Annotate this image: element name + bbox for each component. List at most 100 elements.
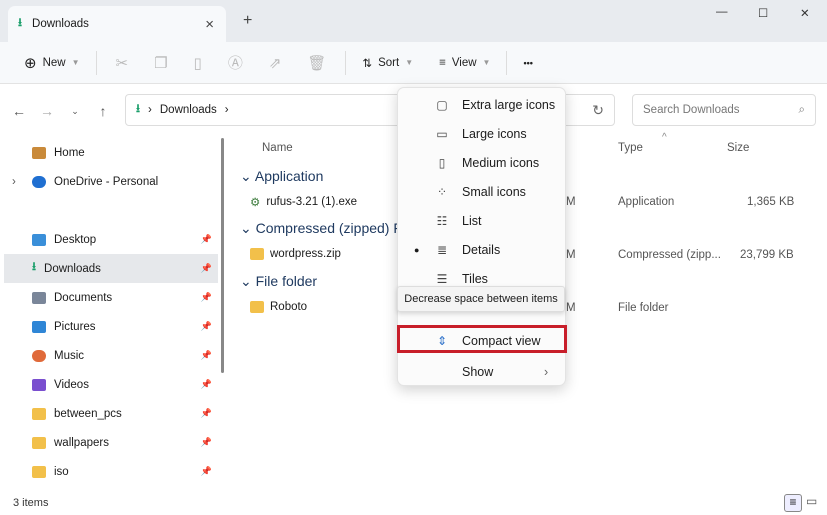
group-header-compressed[interactable]: ⌄ Compressed (zipped) Fo <box>240 220 410 237</box>
group-label: Compressed (zipped) Fo <box>255 220 410 236</box>
home-icon <box>32 146 46 159</box>
more-options-button[interactable]: ••• <box>513 48 542 78</box>
forward-button[interactable]: → <box>33 103 61 119</box>
documents-icon <box>32 291 46 304</box>
tooltip: Decrease space between items <box>397 286 565 312</box>
paste-button[interactable]: ▯ <box>181 48 215 78</box>
sidebar-item-wallpapers[interactable]: wallpapers 📌 <box>0 428 218 457</box>
cut-button[interactable]: ✂ <box>103 48 142 78</box>
close-tab-button[interactable]: × <box>205 16 214 33</box>
file-type: Compressed (zipp... <box>618 249 721 261</box>
download-icon: ⭳ <box>136 102 141 115</box>
group-label: File folder <box>255 273 318 289</box>
file-size: 23,799 KB <box>740 249 794 261</box>
zip-icon <box>250 248 264 260</box>
new-label: New <box>42 56 66 69</box>
monitor-icon: ▯ <box>438 155 446 170</box>
pin-icon: 📌 <box>200 234 212 244</box>
details-icon: ≣ <box>436 242 448 257</box>
pin-icon: 📌 <box>200 292 212 302</box>
label: iso <box>54 465 69 478</box>
clipboard-icon: ▯ <box>193 54 202 72</box>
sort-ascending-icon: ^ <box>662 132 667 143</box>
music-icon <box>32 349 46 362</box>
chevron-right-icon[interactable]: › <box>12 176 16 188</box>
search-placeholder: Search Downloads <box>643 104 740 116</box>
minimize-button[interactable]: — <box>716 6 728 18</box>
refresh-button[interactable]: ↻ <box>592 102 604 119</box>
sidebar-item-onedrive[interactable]: › OneDrive - Personal <box>0 167 218 196</box>
recent-dropdown-button[interactable]: ⌄ <box>61 106 89 117</box>
label: Documents <box>54 291 113 304</box>
highlight-box <box>397 325 567 353</box>
chevron-right-icon: › <box>224 104 229 116</box>
share-button[interactable]: ⇗ <box>256 48 295 78</box>
details-view-toggle[interactable]: ≡ <box>784 494 802 512</box>
back-button[interactable]: ← <box>5 103 33 119</box>
search-input[interactable]: Search Downloads ⌕ <box>632 94 816 126</box>
group-header-file-folder[interactable]: ⌄ File folder <box>240 273 317 290</box>
sidebar-scrollbar[interactable] <box>221 138 224 373</box>
sidebar-item-home[interactable]: Home <box>0 138 218 167</box>
new-button[interactable]: ⊕ New ▼ <box>14 48 90 78</box>
sidebar-item-iso[interactable]: iso 📌 <box>0 457 218 486</box>
menu-item-details[interactable]: ● ≣ Details <box>398 235 567 264</box>
scissors-icon: ✂ <box>115 54 129 72</box>
copy-button[interactable]: ❐ <box>141 48 180 78</box>
folder-icon <box>32 436 46 449</box>
menu-item-list[interactable]: ☷ List <box>398 206 567 235</box>
new-tab-button[interactable]: + <box>243 12 252 30</box>
file-row[interactable]: wordpress.zip <box>250 248 341 260</box>
date-modified: M <box>566 249 576 261</box>
tiles-view-toggle[interactable]: ▭ <box>806 494 817 508</box>
chevron-right-icon: › <box>148 104 152 116</box>
rename-button[interactable]: Ⓐ <box>215 48 256 78</box>
tab-downloads[interactable]: ⭳ Downloads × <box>8 6 226 42</box>
label: Small icons <box>462 184 526 199</box>
maximize-button[interactable]: ☐ <box>758 6 768 20</box>
view-button[interactable]: ≡ View ▼ <box>429 48 500 78</box>
plus-circle-icon: ⊕ <box>24 54 37 72</box>
file-size: 1,365 KB <box>747 196 795 208</box>
folder-icon <box>32 465 46 478</box>
label: Show <box>462 364 494 379</box>
sidebar-item-between-pcs[interactable]: between_pcs 📌 <box>0 399 218 428</box>
sidebar-item-music[interactable]: Music 📌 <box>0 341 218 370</box>
breadcrumb-downloads[interactable]: Downloads <box>160 104 217 116</box>
sidebar-item-videos[interactable]: Videos 📌 <box>0 370 218 399</box>
label: Medium icons <box>462 155 540 170</box>
menu-item-medium-icons[interactable]: ▯ Medium icons <box>398 148 567 177</box>
search-icon: ⌕ <box>798 103 805 116</box>
monitor-icon: ▭ <box>436 126 448 141</box>
selected-bullet-icon: ● <box>414 244 420 255</box>
column-header-size[interactable]: Size <box>727 142 749 154</box>
file-row[interactable]: Roboto <box>250 301 307 313</box>
lines-icon: ≡ <box>439 56 446 69</box>
menu-item-extra-large-icons[interactable]: ▢ Extra large icons <box>398 90 567 119</box>
delete-button[interactable]: 🗑 <box>294 48 339 78</box>
download-icon: ⭳ <box>32 261 37 273</box>
column-header-name[interactable]: Name <box>262 142 293 154</box>
pin-icon: 📌 <box>200 408 212 418</box>
sidebar-item-documents[interactable]: Documents 📌 <box>0 283 218 312</box>
sidebar-item-desktop[interactable]: Desktop 📌 <box>0 225 218 254</box>
up-button[interactable]: ↑ <box>89 103 117 119</box>
menu-item-show[interactable]: Show › <box>398 357 567 386</box>
menu-item-large-icons[interactable]: ▭ Large icons <box>398 119 567 148</box>
label: Extra large icons <box>462 97 556 112</box>
group-header-application[interactable]: ⌄ Application <box>240 168 323 185</box>
file-row[interactable]: ⚙ rufus-3.21 (1).exe <box>250 195 357 209</box>
desktop-icon <box>32 233 46 246</box>
menu-item-small-icons[interactable]: ⁘ Small icons <box>398 177 567 206</box>
close-window-button[interactable]: ✕ <box>800 6 810 20</box>
file-name: Roboto <box>270 301 308 313</box>
label: Downloads <box>44 262 101 275</box>
sidebar-item-downloads[interactable]: ⭳ Downloads 📌 <box>4 254 218 283</box>
column-header-type[interactable]: Type <box>618 142 643 154</box>
label: Tiles <box>462 271 488 286</box>
chevron-right-icon: › <box>544 364 549 379</box>
sort-button[interactable]: ⇅ Sort ▼ <box>352 48 423 78</box>
sidebar-item-pictures[interactable]: Pictures 📌 <box>0 312 218 341</box>
item-count: 3 items <box>13 497 49 509</box>
